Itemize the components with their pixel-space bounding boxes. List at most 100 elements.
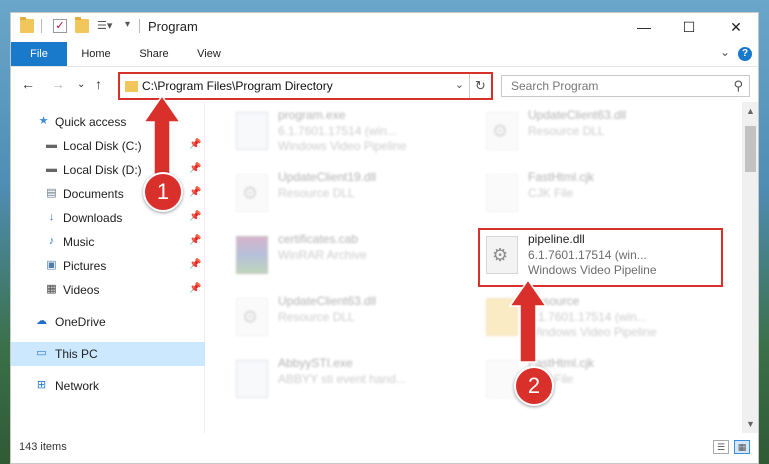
list-item[interactable]: UpdateClient63.dll Resource DLL bbox=[478, 106, 718, 158]
item-count: 143 items bbox=[19, 441, 67, 453]
list-item[interactable]: FastHtml.cjk CJK File bbox=[478, 168, 718, 220]
callout-badge-1: 1 bbox=[143, 172, 183, 212]
status-bar: 143 items ☰ ▦ bbox=[11, 433, 758, 463]
list-item[interactable]: UpdateClient63.dll Resource DLL bbox=[228, 292, 468, 344]
dll-file-icon bbox=[236, 174, 268, 212]
network-icon: ⊞ bbox=[36, 379, 47, 391]
sidebar-item-label: Quick access bbox=[55, 115, 127, 129]
close-button[interactable]: ✕ bbox=[713, 13, 758, 42]
callout-badge-2: 2 bbox=[514, 366, 554, 406]
pictures-icon: ▣ bbox=[46, 259, 57, 271]
sidebar-item-network[interactable]: ⊞ Network bbox=[11, 374, 205, 398]
sidebar-item-label: Local Disk (D:) bbox=[63, 163, 142, 177]
file-detail: Windows Video Pipeline bbox=[278, 139, 407, 153]
pin-icon[interactable]: 📌 bbox=[189, 163, 201, 174]
folder-icon bbox=[125, 81, 138, 92]
file-detail: ABBYY sti event hand... bbox=[278, 372, 406, 386]
onedrive-icon: ☁ bbox=[36, 315, 47, 327]
list-item[interactable]: program.exe 6.1.7601.17514 (win... Windo… bbox=[228, 106, 468, 158]
file-detail: Resource DLL bbox=[278, 186, 355, 200]
scrollbar-thumb[interactable] bbox=[745, 126, 756, 172]
properties-icon[interactable]: ✓ bbox=[53, 19, 67, 33]
file-name: AbbyySTI.exe bbox=[278, 356, 353, 370]
dll-file-icon bbox=[236, 298, 268, 336]
sidebar-item-this-pc[interactable]: ▭ This PC bbox=[11, 342, 205, 366]
tab-view[interactable]: View bbox=[189, 42, 229, 66]
chevron-down-icon[interactable]: ⌄ bbox=[455, 78, 464, 91]
pin-icon[interactable]: 📌 bbox=[189, 235, 201, 246]
sidebar-item-label: Local Disk (C:) bbox=[63, 139, 142, 153]
sidebar-item-label: Documents bbox=[63, 187, 124, 201]
search-input[interactable]: Search Program ⚲ bbox=[501, 75, 750, 97]
tiles-view-icon[interactable]: ▦ bbox=[734, 440, 750, 454]
file-detail: Resource DLL bbox=[278, 310, 355, 324]
exe-file-icon bbox=[236, 112, 268, 150]
sidebar-item-onedrive[interactable]: ☁ OneDrive bbox=[11, 310, 205, 334]
pin-icon[interactable]: 📌 bbox=[189, 259, 201, 270]
details-view-icon[interactable]: ☰ bbox=[713, 440, 729, 454]
chevron-down-icon[interactable]: ▾ bbox=[125, 19, 139, 33]
tab-file[interactable]: File bbox=[11, 42, 67, 66]
maximize-button[interactable]: ☐ bbox=[666, 13, 712, 42]
ribbon-tabs: File Home Share View ⌄ ? bbox=[11, 42, 758, 67]
forward-button[interactable]: → bbox=[51, 76, 65, 92]
scroll-down-icon[interactable]: ▼ bbox=[742, 419, 758, 429]
explorer-window: ✓ ☰▾ ▾ Program — ☐ ✕ File Home Share Vie… bbox=[10, 12, 759, 464]
tab-share[interactable]: Share bbox=[131, 42, 177, 66]
file-detail: WinRAR Archive bbox=[278, 248, 367, 262]
sidebar-item-label: Downloads bbox=[63, 211, 123, 225]
vertical-scrollbar[interactable]: ▲ ▼ bbox=[742, 102, 758, 433]
sidebar-item-label: Pictures bbox=[63, 259, 107, 273]
pin-icon[interactable]: 📌 bbox=[189, 187, 201, 198]
documents-icon: ▤ bbox=[46, 187, 57, 199]
dll-file-icon bbox=[486, 112, 518, 150]
file-name: UpdateClient19.dll bbox=[278, 170, 377, 184]
exe-file-icon bbox=[236, 360, 268, 398]
refresh-button[interactable]: ↻ bbox=[469, 74, 491, 98]
sidebar-item-downloads[interactable]: ↓ Downloads 📌 bbox=[11, 206, 205, 230]
sidebar-item-label: Music bbox=[63, 235, 95, 249]
pc-icon: ▭ bbox=[36, 347, 47, 359]
drive-icon: ▬ bbox=[46, 139, 57, 151]
music-icon: ♪ bbox=[48, 235, 55, 247]
divider bbox=[139, 19, 140, 33]
search-icon[interactable]: ⚲ bbox=[733, 78, 743, 94]
search-placeholder: Search Program bbox=[511, 79, 599, 93]
list-item[interactable]: certificates.cab WinRAR Archive bbox=[228, 230, 468, 282]
minimize-button[interactable]: — bbox=[621, 13, 667, 42]
recent-locations-icon[interactable]: ⌄ bbox=[77, 79, 85, 90]
sidebar-item-pictures[interactable]: ▣ Pictures 📌 bbox=[11, 254, 205, 278]
list-item[interactable]: AbbyySTI.exe ABBYY sti event hand... bbox=[228, 354, 468, 406]
sidebar-item-label: Videos bbox=[63, 283, 100, 297]
up-button[interactable]: ↑ bbox=[95, 76, 102, 92]
pin-icon[interactable]: 📌 bbox=[189, 139, 201, 150]
qat-customize-icon[interactable]: ☰▾ bbox=[97, 19, 112, 33]
star-icon: ★ bbox=[38, 115, 49, 127]
sidebar-item-videos[interactable]: ▦ Videos 📌 bbox=[11, 278, 205, 302]
downloads-icon: ↓ bbox=[48, 211, 55, 223]
sidebar-item-label: This PC bbox=[55, 347, 98, 361]
sidebar-item-label: OneDrive bbox=[55, 315, 106, 329]
scroll-up-icon[interactable]: ▲ bbox=[742, 106, 758, 116]
file-detail: Resource DLL bbox=[528, 124, 605, 138]
tab-home[interactable]: Home bbox=[73, 42, 119, 66]
sidebar-item-label: Network bbox=[55, 379, 100, 393]
file-name: FastHtml.cjk bbox=[528, 170, 594, 184]
pin-icon[interactable]: 📌 bbox=[189, 211, 201, 222]
expand-ribbon-icon[interactable]: ⌄ bbox=[720, 45, 730, 59]
title-bar: ✓ ☰▾ ▾ Program — ☐ ✕ bbox=[11, 13, 758, 42]
window-title: Program bbox=[148, 19, 198, 34]
new-folder-icon[interactable] bbox=[75, 17, 89, 33]
pin-icon[interactable]: 📌 bbox=[189, 283, 201, 294]
sidebar-item-music[interactable]: ♪ Music 📌 bbox=[11, 230, 205, 254]
address-row: ← → ⌄ ↑ C:\Program Files\Program Directo… bbox=[11, 68, 758, 102]
list-item[interactable]: UpdateClient19.dll Resource DLL bbox=[228, 168, 468, 220]
help-icon[interactable]: ? bbox=[738, 47, 752, 61]
back-button[interactable]: ← bbox=[21, 76, 35, 92]
callout-arrow-2 bbox=[508, 280, 548, 363]
drive-icon: ▬ bbox=[46, 163, 57, 175]
file-name: certificates.cab bbox=[278, 232, 359, 246]
address-path[interactable]: C:\Program Files\Program Directory bbox=[142, 79, 333, 93]
file-detail: CJK File bbox=[528, 186, 574, 200]
folder-icon bbox=[20, 17, 34, 33]
